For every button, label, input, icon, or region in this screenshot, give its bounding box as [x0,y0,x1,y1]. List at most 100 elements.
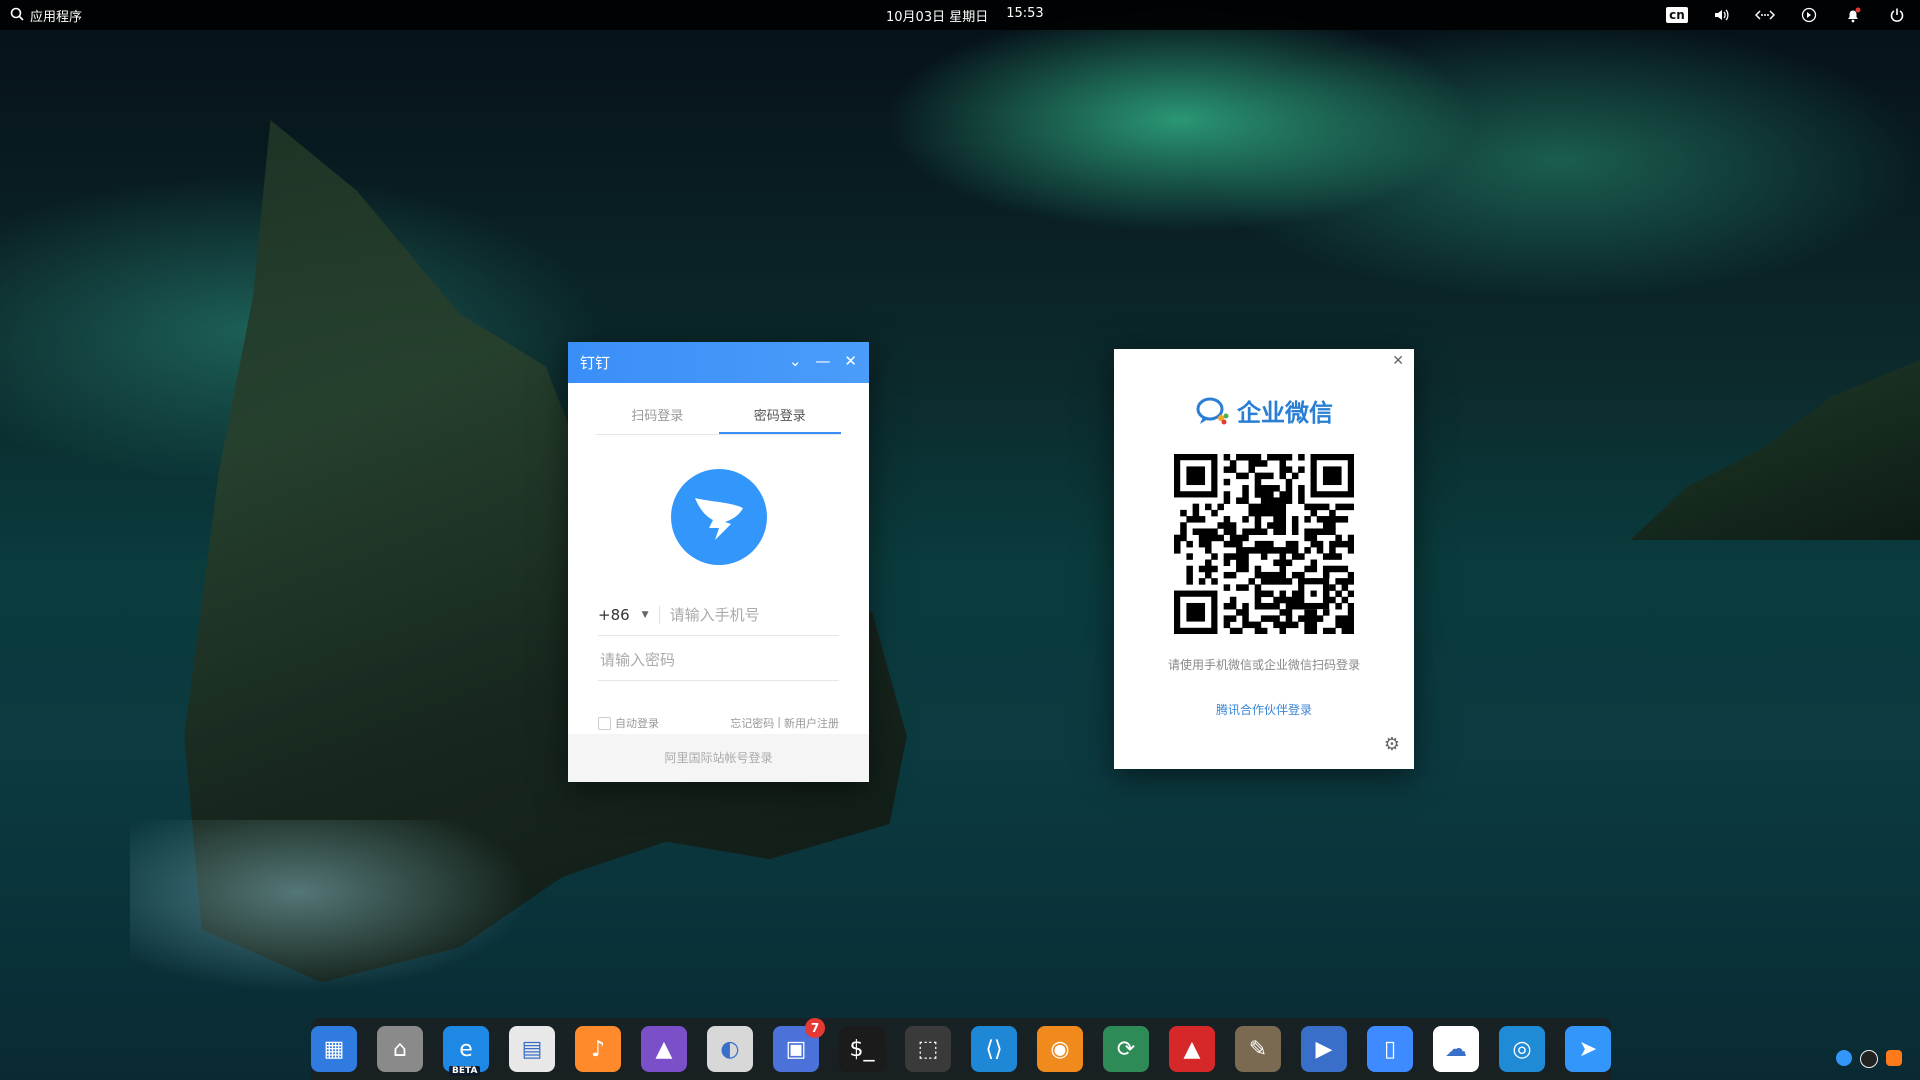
qr-module [1335,565,1342,573]
wecom-dock-icon[interactable]: ◎ [1499,1026,1545,1072]
qr-module [1279,547,1287,554]
system-tray [1836,1050,1902,1068]
qr-module [1192,528,1200,535]
dock-glyph: ☁ [1445,1036,1467,1062]
register-link[interactable]: 新用户注册 [784,715,839,731]
dock: ▦ ⌂ e BETA ▤ ♪ ▲ ◐ ▣ 7 $_ ⬚ ⟨⟩ ◉ ⟳ ▲ ✎ ▶ ▯ ☁ ◎ ➤ [311,1018,1611,1080]
qr-module [1279,516,1287,523]
qr-module [1291,528,1299,535]
media-player-icon[interactable]: ▶ [1301,1026,1347,1072]
gimp-icon[interactable]: ✎ [1235,1026,1281,1072]
qr-module [1322,522,1330,529]
clock-time: 15:53 [1006,6,1044,21]
qr-module [1260,503,1268,511]
dock-glyph: ◎ [1512,1036,1532,1062]
qr-module [1279,596,1287,604]
qr-module [1242,472,1249,480]
qr-module [1304,615,1311,622]
qr-module [1285,454,1293,461]
qr-module [1242,615,1249,622]
app-tray-icon[interactable] [1886,1050,1902,1066]
remote-desktop-icon[interactable]: ⟳ [1103,1026,1149,1072]
calendar-icon[interactable]: ▤ [509,1026,555,1072]
qr-module [1186,571,1193,579]
red-arrow-icon[interactable]: ▲ [1169,1026,1215,1072]
qr-module [1347,547,1355,554]
tab-qr-login[interactable]: 扫码登录 [596,401,719,434]
dock-glyph: $_ [849,1036,875,1062]
password-input[interactable] [598,650,839,670]
forgot-password-link[interactable]: 忘记密码 [730,715,774,731]
applications-launcher[interactable]: 应用程序 [10,6,82,25]
qr-module [1335,602,1342,610]
baidu-netdisk-icon[interactable]: ☁ [1433,1026,1479,1072]
vpn-icon[interactable] [1798,4,1820,26]
minimize-icon[interactable]: — [815,352,830,370]
close-icon[interactable]: ✕ [1392,353,1404,369]
country-code-select[interactable]: +86 ▼ [598,606,660,624]
phone-assistant-icon[interactable]: ▯ [1367,1026,1413,1072]
control-center-icon[interactable]: ◐ [707,1026,753,1072]
qr-module [1316,516,1324,523]
network-icon[interactable] [1754,4,1776,26]
qr-module [1192,516,1200,523]
qr-module [1236,627,1243,635]
edge-beta-icon[interactable]: e BETA [443,1026,489,1076]
qr-module [1310,559,1318,567]
notification-icon[interactable] [1842,4,1864,26]
qr-module [1285,602,1293,610]
input-method-indicator[interactable]: cn [1666,4,1688,26]
close-icon[interactable]: ✕ [844,352,857,370]
qr-module [1273,596,1280,604]
qr-module [1198,534,1206,542]
phone-input[interactable] [659,605,839,625]
qr-module [1304,534,1311,542]
qr-module [1279,503,1287,511]
qr-module [1279,454,1287,461]
qr-module [1341,615,1349,622]
tab-password-login[interactable]: 密码登录 [718,401,841,434]
chevron-down-icon[interactable]: ⌄ [789,352,802,370]
qr-module [1322,516,1330,523]
qr-module [1335,534,1342,542]
qr-module [1267,578,1274,585]
qr-module [1229,627,1237,635]
image-viewer-icon[interactable]: ▲ [641,1026,687,1072]
vscode-icon[interactable]: ⟨⟩ [971,1026,1017,1072]
qr-module [1267,540,1274,548]
qq-tray-icon[interactable] [1860,1050,1878,1068]
dingtalk-titlebar[interactable]: 钉钉 ⌄ — ✕ [568,342,869,383]
gear-icon[interactable]: ⚙ [1384,734,1400,755]
qr-module [1279,522,1287,529]
qr-module [1329,553,1336,560]
checkbox-box[interactable] [598,716,611,730]
qr-module [1260,472,1268,480]
auto-login-label: 自动登录 [615,717,659,730]
dock-glyph: ✎ [1248,1036,1268,1062]
dingtalk-tray-icon[interactable] [1836,1050,1852,1066]
multitasking-icon[interactable]: ▦ [311,1026,357,1072]
qr-module [1229,540,1237,548]
qr-module [1273,547,1280,554]
scan-hint: 请使用手机微信或企业微信扫码登录 [1167,658,1360,672]
qr-module [1217,503,1224,511]
dingtalk-dock-icon[interactable]: ➤ [1565,1026,1611,1072]
terminal-icon[interactable]: $_ [839,1026,885,1072]
app-store-icon[interactable]: ▣ 7 [773,1018,825,1072]
auto-login-checkbox[interactable]: 自动登录 [598,715,659,731]
dingtalk-window: 钉钉 ⌄ — ✕ 扫码登录 密码登录 +86 ▼ 自动登录 忘记密码 | 新用 [568,342,869,782]
qr-module [1329,522,1336,529]
screenshot-icon[interactable]: ⬚ [905,1026,951,1072]
qr-module [1205,503,1212,511]
music-icon[interactable]: ♪ [575,1026,621,1072]
partner-login-link[interactable]: 腾讯合作伙伴登录 [1114,701,1414,718]
dingtalk-logo [670,469,767,565]
file-manager-icon[interactable]: ⌂ [377,1026,423,1072]
qr-code-image [1174,454,1355,635]
clock[interactable]: 10月03日 星期日 15:53 [886,6,1044,25]
blender-icon[interactable]: ◉ [1037,1026,1083,1072]
volume-icon[interactable] [1710,4,1732,26]
international-login-link[interactable]: 阿里国际站帐号登录 [568,734,869,782]
qr-module [1285,497,1293,504]
power-icon[interactable] [1886,4,1908,26]
